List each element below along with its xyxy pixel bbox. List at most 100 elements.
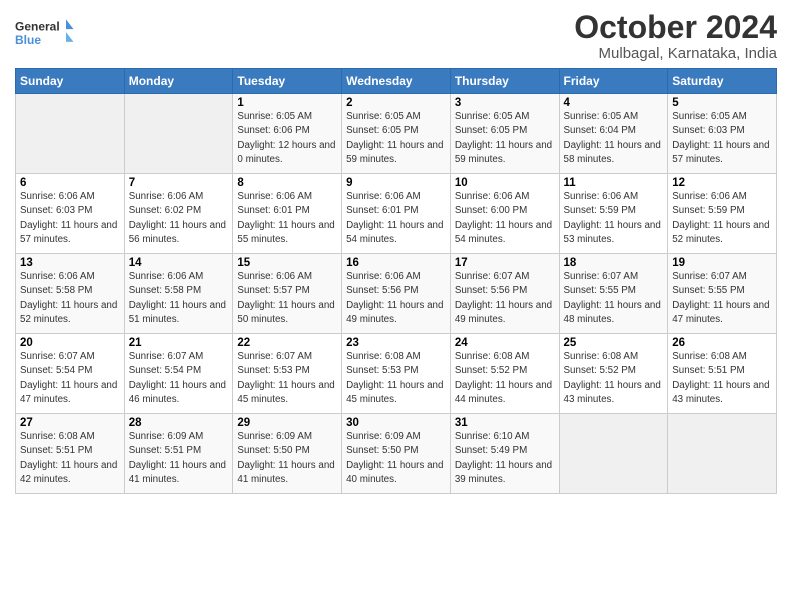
svg-text:Blue: Blue (15, 33, 41, 47)
day-number: 6 (20, 177, 120, 189)
calendar-cell: 2Sunrise: 6:05 AM Sunset: 6:05 PM Daylig… (342, 94, 451, 174)
day-number: 14 (129, 257, 229, 269)
calendar-week-5: 27Sunrise: 6:08 AM Sunset: 5:51 PM Dayli… (16, 414, 777, 494)
calendar-cell (16, 94, 125, 174)
day-number: 25 (564, 337, 664, 349)
day-number: 28 (129, 417, 229, 429)
calendar-cell: 24Sunrise: 6:08 AM Sunset: 5:52 PM Dayli… (450, 334, 559, 414)
day-number: 5 (672, 97, 772, 109)
day-info: Sunrise: 6:05 AM Sunset: 6:04 PM Dayligh… (564, 110, 664, 167)
logo-svg: General Blue (15, 10, 75, 55)
calendar-cell (124, 94, 233, 174)
day-number: 31 (455, 417, 555, 429)
day-number: 17 (455, 257, 555, 269)
day-info: Sunrise: 6:06 AM Sunset: 5:58 PM Dayligh… (20, 270, 120, 327)
calendar-cell: 27Sunrise: 6:08 AM Sunset: 5:51 PM Dayli… (16, 414, 125, 494)
calendar-header-row: SundayMondayTuesdayWednesdayThursdayFrid… (16, 69, 777, 94)
day-info: Sunrise: 6:06 AM Sunset: 5:58 PM Dayligh… (129, 270, 229, 327)
day-info: Sunrise: 6:09 AM Sunset: 5:51 PM Dayligh… (129, 430, 229, 487)
day-number: 29 (237, 417, 337, 429)
calendar-cell: 9Sunrise: 6:06 AM Sunset: 6:01 PM Daylig… (342, 174, 451, 254)
day-number: 27 (20, 417, 120, 429)
day-info: Sunrise: 6:07 AM Sunset: 5:54 PM Dayligh… (129, 350, 229, 407)
calendar-cell: 8Sunrise: 6:06 AM Sunset: 6:01 PM Daylig… (233, 174, 342, 254)
day-info: Sunrise: 6:10 AM Sunset: 5:49 PM Dayligh… (455, 430, 555, 487)
day-header-monday: Monday (124, 69, 233, 94)
day-info: Sunrise: 6:08 AM Sunset: 5:51 PM Dayligh… (672, 350, 772, 407)
day-number: 11 (564, 177, 664, 189)
title-block: October 2024 Mulbagal, Karnataka, India (574, 10, 777, 62)
calendar-cell: 28Sunrise: 6:09 AM Sunset: 5:51 PM Dayli… (124, 414, 233, 494)
day-number: 10 (455, 177, 555, 189)
day-info: Sunrise: 6:06 AM Sunset: 5:59 PM Dayligh… (564, 190, 664, 247)
day-info: Sunrise: 6:07 AM Sunset: 5:53 PM Dayligh… (237, 350, 337, 407)
day-number: 21 (129, 337, 229, 349)
day-number: 15 (237, 257, 337, 269)
calendar-cell: 1Sunrise: 6:05 AM Sunset: 6:06 PM Daylig… (233, 94, 342, 174)
calendar-cell: 21Sunrise: 6:07 AM Sunset: 5:54 PM Dayli… (124, 334, 233, 414)
day-info: Sunrise: 6:06 AM Sunset: 6:02 PM Dayligh… (129, 190, 229, 247)
day-info: Sunrise: 6:09 AM Sunset: 5:50 PM Dayligh… (237, 430, 337, 487)
calendar-cell: 31Sunrise: 6:10 AM Sunset: 5:49 PM Dayli… (450, 414, 559, 494)
calendar-cell: 22Sunrise: 6:07 AM Sunset: 5:53 PM Dayli… (233, 334, 342, 414)
day-number: 18 (564, 257, 664, 269)
calendar-table: SundayMondayTuesdayWednesdayThursdayFrid… (15, 68, 777, 494)
calendar-cell: 25Sunrise: 6:08 AM Sunset: 5:52 PM Dayli… (559, 334, 668, 414)
day-info: Sunrise: 6:09 AM Sunset: 5:50 PM Dayligh… (346, 430, 446, 487)
day-number: 8 (237, 177, 337, 189)
day-info: Sunrise: 6:05 AM Sunset: 6:05 PM Dayligh… (346, 110, 446, 167)
calendar-cell: 26Sunrise: 6:08 AM Sunset: 5:51 PM Dayli… (668, 334, 777, 414)
calendar-cell: 15Sunrise: 6:06 AM Sunset: 5:57 PM Dayli… (233, 254, 342, 334)
calendar-week-1: 1Sunrise: 6:05 AM Sunset: 6:06 PM Daylig… (16, 94, 777, 174)
day-info: Sunrise: 6:07 AM Sunset: 5:55 PM Dayligh… (672, 270, 772, 327)
location-title: Mulbagal, Karnataka, India (574, 45, 777, 62)
day-number: 19 (672, 257, 772, 269)
calendar-cell: 23Sunrise: 6:08 AM Sunset: 5:53 PM Dayli… (342, 334, 451, 414)
day-info: Sunrise: 6:07 AM Sunset: 5:56 PM Dayligh… (455, 270, 555, 327)
day-number: 16 (346, 257, 446, 269)
calendar-cell: 20Sunrise: 6:07 AM Sunset: 5:54 PM Dayli… (16, 334, 125, 414)
calendar-cell: 13Sunrise: 6:06 AM Sunset: 5:58 PM Dayli… (16, 254, 125, 334)
calendar-cell: 7Sunrise: 6:06 AM Sunset: 6:02 PM Daylig… (124, 174, 233, 254)
calendar-cell: 11Sunrise: 6:06 AM Sunset: 5:59 PM Dayli… (559, 174, 668, 254)
day-number: 2 (346, 97, 446, 109)
day-info: Sunrise: 6:08 AM Sunset: 5:53 PM Dayligh… (346, 350, 446, 407)
day-header-sunday: Sunday (16, 69, 125, 94)
calendar-cell: 4Sunrise: 6:05 AM Sunset: 6:04 PM Daylig… (559, 94, 668, 174)
day-number: 7 (129, 177, 229, 189)
day-info: Sunrise: 6:06 AM Sunset: 6:01 PM Dayligh… (237, 190, 337, 247)
calendar-week-2: 6Sunrise: 6:06 AM Sunset: 6:03 PM Daylig… (16, 174, 777, 254)
calendar-cell (559, 414, 668, 494)
calendar-cell: 29Sunrise: 6:09 AM Sunset: 5:50 PM Dayli… (233, 414, 342, 494)
day-info: Sunrise: 6:08 AM Sunset: 5:52 PM Dayligh… (564, 350, 664, 407)
day-info: Sunrise: 6:05 AM Sunset: 6:05 PM Dayligh… (455, 110, 555, 167)
calendar-cell: 14Sunrise: 6:06 AM Sunset: 5:58 PM Dayli… (124, 254, 233, 334)
day-header-wednesday: Wednesday (342, 69, 451, 94)
day-header-saturday: Saturday (668, 69, 777, 94)
calendar-cell: 16Sunrise: 6:06 AM Sunset: 5:56 PM Dayli… (342, 254, 451, 334)
day-info: Sunrise: 6:05 AM Sunset: 6:06 PM Dayligh… (237, 110, 337, 167)
month-title: October 2024 (574, 10, 777, 45)
day-number: 30 (346, 417, 446, 429)
day-number: 9 (346, 177, 446, 189)
day-info: Sunrise: 6:06 AM Sunset: 6:01 PM Dayligh… (346, 190, 446, 247)
day-info: Sunrise: 6:07 AM Sunset: 5:54 PM Dayligh… (20, 350, 120, 407)
day-number: 12 (672, 177, 772, 189)
calendar-cell: 5Sunrise: 6:05 AM Sunset: 6:03 PM Daylig… (668, 94, 777, 174)
calendar-cell: 19Sunrise: 6:07 AM Sunset: 5:55 PM Dayli… (668, 254, 777, 334)
day-info: Sunrise: 6:08 AM Sunset: 5:52 PM Dayligh… (455, 350, 555, 407)
day-number: 13 (20, 257, 120, 269)
calendar-week-3: 13Sunrise: 6:06 AM Sunset: 5:58 PM Dayli… (16, 254, 777, 334)
day-number: 22 (237, 337, 337, 349)
day-number: 24 (455, 337, 555, 349)
day-number: 20 (20, 337, 120, 349)
day-info: Sunrise: 6:07 AM Sunset: 5:55 PM Dayligh… (564, 270, 664, 327)
calendar-cell: 18Sunrise: 6:07 AM Sunset: 5:55 PM Dayli… (559, 254, 668, 334)
calendar-cell: 10Sunrise: 6:06 AM Sunset: 6:00 PM Dayli… (450, 174, 559, 254)
day-header-tuesday: Tuesday (233, 69, 342, 94)
day-info: Sunrise: 6:06 AM Sunset: 6:00 PM Dayligh… (455, 190, 555, 247)
calendar-container: General Blue October 2024 Mulbagal, Karn… (0, 0, 792, 504)
header: General Blue October 2024 Mulbagal, Karn… (15, 10, 777, 62)
calendar-cell: 3Sunrise: 6:05 AM Sunset: 6:05 PM Daylig… (450, 94, 559, 174)
day-info: Sunrise: 6:05 AM Sunset: 6:03 PM Dayligh… (672, 110, 772, 167)
